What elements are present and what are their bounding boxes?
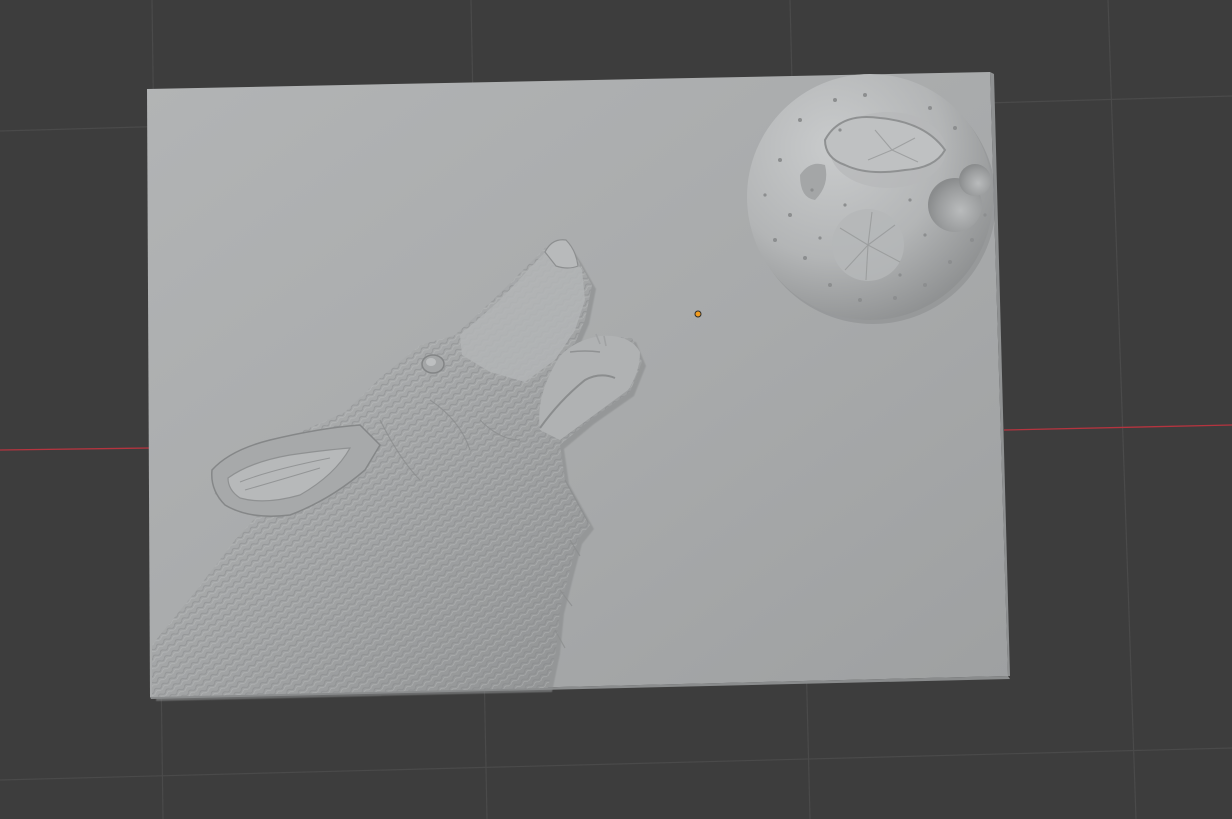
object-origin-dot[interactable] <box>694 310 702 318</box>
viewport-canvas[interactable] <box>0 0 1232 819</box>
3d-viewport[interactable] <box>0 0 1232 819</box>
